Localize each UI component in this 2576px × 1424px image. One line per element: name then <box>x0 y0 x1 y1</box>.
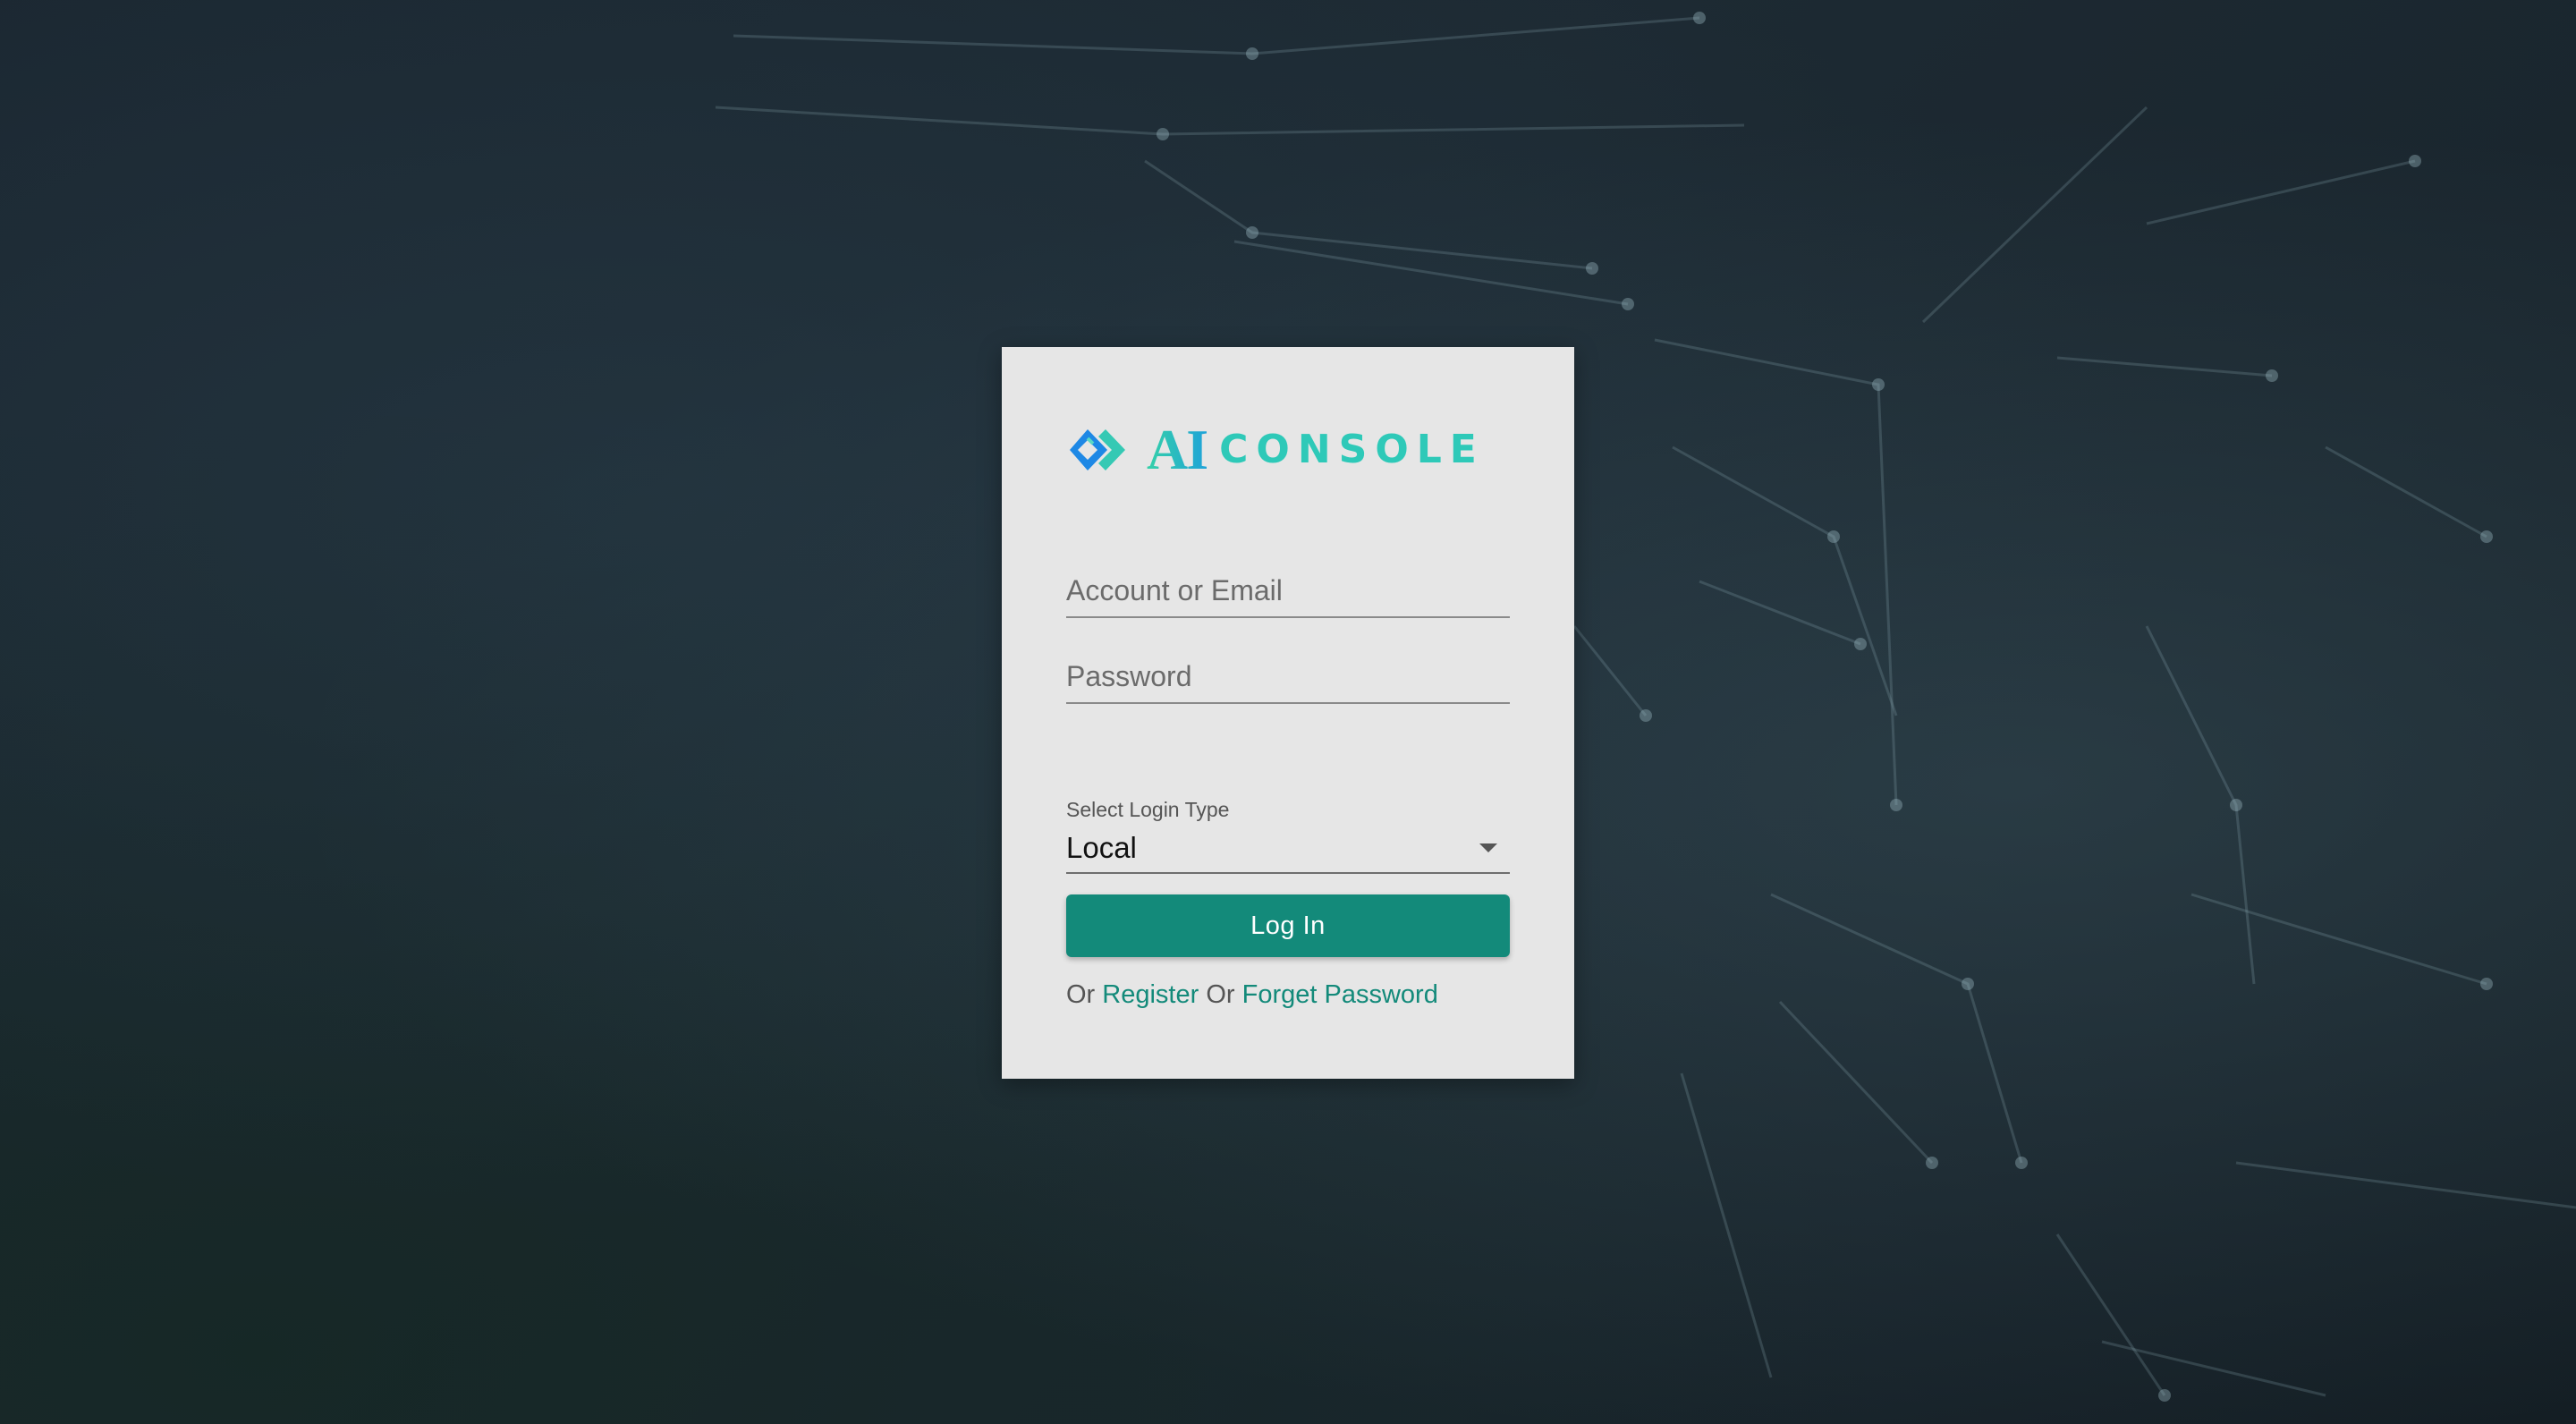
login-type-value: Local <box>1066 831 1137 864</box>
forget-password-link[interactable]: Forget Password <box>1242 980 1438 1009</box>
caret-down-icon <box>1479 843 1497 852</box>
login-card: AI CONSOLE Select Login Type Local Log I… <box>1002 347 1574 1079</box>
login-type-select-wrapper: Select Login Type Local <box>1066 798 1510 874</box>
login-type-label: Select Login Type <box>1066 798 1230 821</box>
login-type-select[interactable]: Local <box>1066 829 1510 874</box>
account-field-wrapper <box>1066 574 1510 618</box>
register-link[interactable]: Register <box>1102 980 1199 1009</box>
or-text: Or <box>1066 980 1096 1009</box>
app-logo: AI CONSOLE <box>1070 418 1485 481</box>
logo-console-text: CONSOLE <box>1219 427 1485 472</box>
password-field-wrapper <box>1066 660 1510 704</box>
or-text: Or <box>1206 980 1235 1009</box>
logo-ai-text: AI <box>1147 418 1208 481</box>
account-input[interactable] <box>1066 574 1510 618</box>
login-button[interactable]: Log In <box>1066 894 1510 957</box>
diamond-chevron-icon <box>1070 429 1125 470</box>
password-input[interactable] <box>1066 660 1510 704</box>
auth-links: Or Register Or Forget Password <box>1066 980 1438 1010</box>
